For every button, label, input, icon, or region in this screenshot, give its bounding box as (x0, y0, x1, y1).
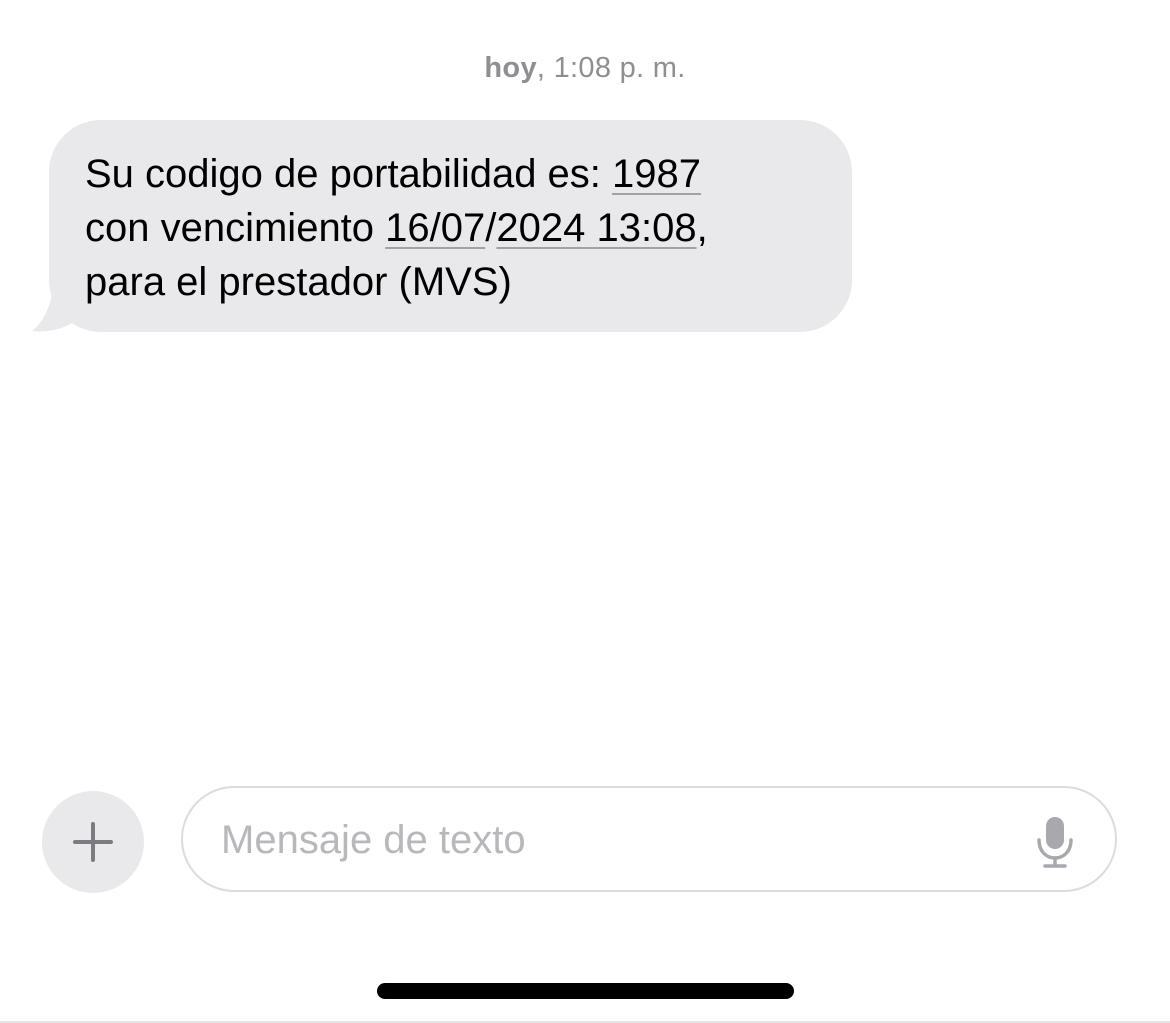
message-line2-suffix: , (696, 206, 708, 250)
message-timestamp: hoy, 1:08 p. m. (0, 52, 1170, 85)
plus-icon (73, 822, 113, 862)
portability-code-link[interactable]: 1987 (612, 152, 701, 196)
message-text: Su codigo de portabilidad es: 1987 con ve… (85, 147, 845, 309)
message-line2-prefix: con vencimiento (85, 206, 386, 250)
messages-screen: hoy, 1:08 p. m. Su codigo de portabilida… (0, 0, 1170, 1023)
incoming-message[interactable]: Su codigo de portabilidad es: 1987 con ve… (32, 120, 854, 333)
microphone-icon (1037, 817, 1073, 868)
message-line3: para el prestador (MVS) (85, 260, 512, 304)
home-indicator[interactable] (377, 983, 794, 999)
message-line1-prefix: Su codigo de portabilidad es: (85, 152, 613, 196)
dictation-button[interactable] (1035, 814, 1075, 870)
timestamp-time: , 1:08 p. m. (536, 52, 686, 84)
add-attachment-button[interactable] (42, 791, 144, 893)
date-link-part2[interactable]: 2024 13:08 (496, 206, 696, 250)
timestamp-day: hoy (484, 52, 537, 84)
message-text-field[interactable] (181, 786, 1117, 892)
date-link-part1[interactable]: 16/07 (385, 206, 485, 250)
message-input[interactable] (221, 812, 1001, 868)
date-separator: / (485, 206, 497, 250)
composer-bar (0, 780, 1170, 910)
